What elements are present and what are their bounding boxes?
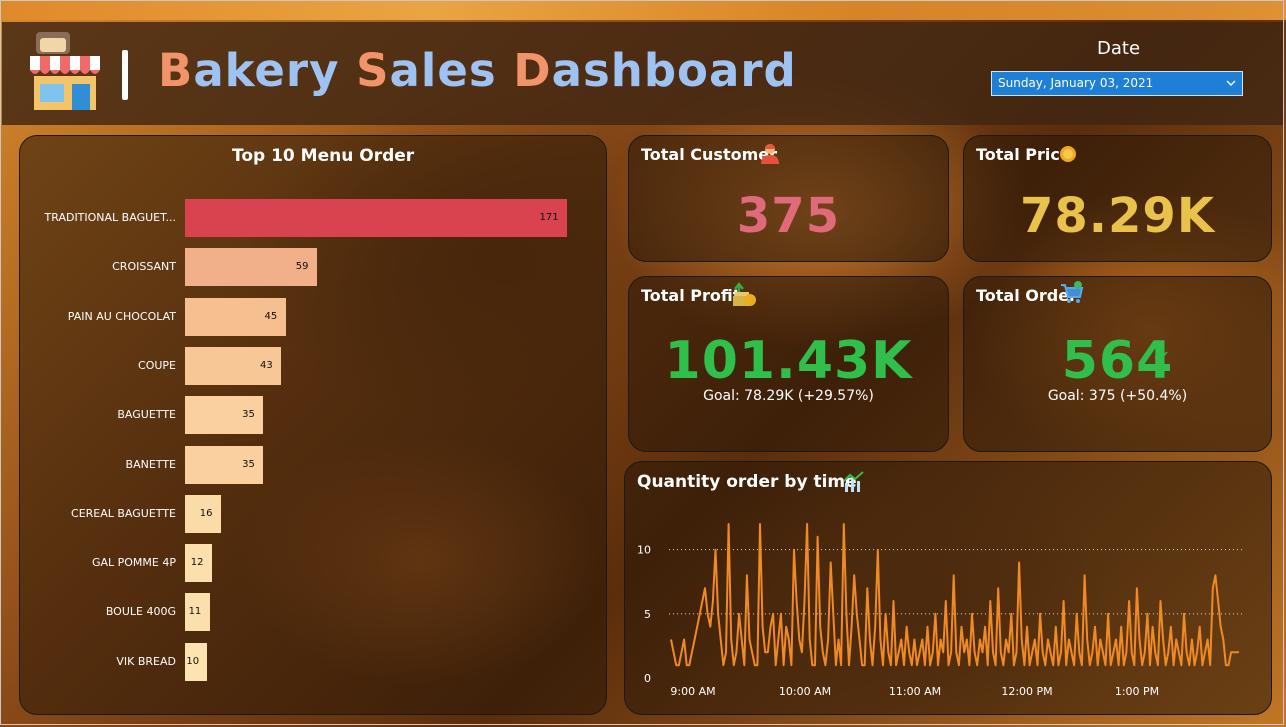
quantity-series-line: [670, 523, 1239, 667]
date-dropdown[interactable]: Sunday, January 03, 2021: [991, 71, 1243, 96]
bar-label: BANETTE: [125, 457, 176, 471]
quantity-by-time-panel: Quantity order by time 0 5 10 9:00 AM 10:00 …: [624, 461, 1272, 715]
total-profit-goal: Goal: 78.29K (+29.57%): [703, 388, 874, 404]
bar-label: GAL POMME 4P: [91, 556, 176, 570]
bar-label: BAGUETTE: [117, 408, 176, 422]
date-label: Date: [1097, 38, 1141, 59]
bar-label: VIK BREAD: [116, 654, 176, 668]
title-divider: [122, 50, 128, 100]
bar-value-label: 43: [260, 359, 273, 371]
date-value: Sunday, January 03, 2021: [998, 76, 1154, 90]
x-tick-label: 10:00 AM: [779, 685, 831, 698]
total-customer-value: 375: [736, 188, 841, 244]
shop-icon: [30, 32, 100, 110]
total-price-value: 78.29K: [1019, 188, 1216, 244]
total-order-value: 564: [1061, 331, 1174, 391]
title-rest-bakery: akery: [193, 44, 357, 97]
bar-label: BOULE 400G: [105, 605, 176, 619]
coin-icon: [1060, 146, 1076, 162]
bar-value-label: 35: [242, 458, 255, 470]
bar-label: COUPE: [138, 358, 176, 372]
total-price-label: Total Price: [976, 145, 1071, 164]
cart-icon: [1061, 281, 1084, 303]
goal-check-icon: [1154, 351, 1168, 363]
title-cap-s: S: [356, 44, 390, 97]
bar-value-label: 10: [186, 655, 200, 667]
total-profit-label: Total Profit: [641, 286, 741, 305]
title-cap-d: D: [513, 44, 552, 97]
bar-value-label: 35: [242, 409, 255, 421]
x-tick-label: 9:00 AM: [670, 685, 715, 698]
bar-label: TRADITIONAL BAGUET...: [44, 211, 176, 224]
bar-value-label: 45: [264, 310, 278, 322]
y-tick-label: 0: [644, 672, 651, 685]
y-tick-label: 5: [644, 608, 651, 621]
quantity-line-chart: 0 5 10 9:00 AM 10:00 AM 11:00 AM 12:00 PM 1:00 …: [637, 523, 1243, 698]
title-cap-b: B: [158, 44, 194, 97]
bar-value-label: 11: [188, 606, 202, 618]
total-order-card: Total Order 564 Goal: 375 (+50.4%): [963, 276, 1272, 452]
total-profit-value: 101.43K: [664, 331, 913, 391]
title-rest-sales: ales: [389, 44, 514, 97]
total-customer-card: Total Customer 375: [628, 135, 949, 262]
bar-value-label: 59: [295, 261, 309, 273]
customer-icon: [761, 144, 779, 164]
bar-label: CEREAL BAGUETTE: [71, 506, 176, 520]
x-tick-label: 1:00 PM: [1115, 685, 1159, 698]
chevron-down-icon: [1226, 80, 1236, 86]
y-tick-label: 10: [637, 544, 651, 557]
bar-label: CROISSANT: [112, 260, 176, 274]
goal-check-icon: [879, 351, 893, 363]
bar-value-label: 171: [539, 212, 559, 223]
title-rest-dashboard: ashboard: [551, 44, 797, 97]
top-strip: [0, 0, 1286, 20]
total-price-card: Total Price 78.29K: [963, 135, 1272, 262]
dashboard-title: Bakery Sales Dashboard: [158, 44, 797, 97]
bar-value-label: 16: [199, 507, 213, 519]
bar-label: PAIN AU CHOCOLAT: [67, 309, 176, 323]
top-menu-panel: Top 10 Menu Order TRADITIONAL BAGUET... 1…: [19, 135, 607, 715]
top-menu-bar-chart: TRADITIONAL BAGUET... 171 CROISSANT 59 PAIN …: [20, 136, 608, 716]
bar-value-label: 12: [190, 557, 204, 569]
total-order-goal: Goal: 375 (+50.4%): [1047, 388, 1188, 404]
total-customer-label: Total Customer: [641, 145, 777, 164]
x-tick-label: 11:00 AM: [889, 685, 941, 698]
x-tick-label: 12:00 PM: [1001, 685, 1052, 698]
bar[interactable]: [185, 199, 567, 237]
money-up-icon: [733, 282, 756, 306]
total-profit-card: Total Profit 101.43K Goal: 78.29K (+29.5…: [628, 276, 949, 452]
